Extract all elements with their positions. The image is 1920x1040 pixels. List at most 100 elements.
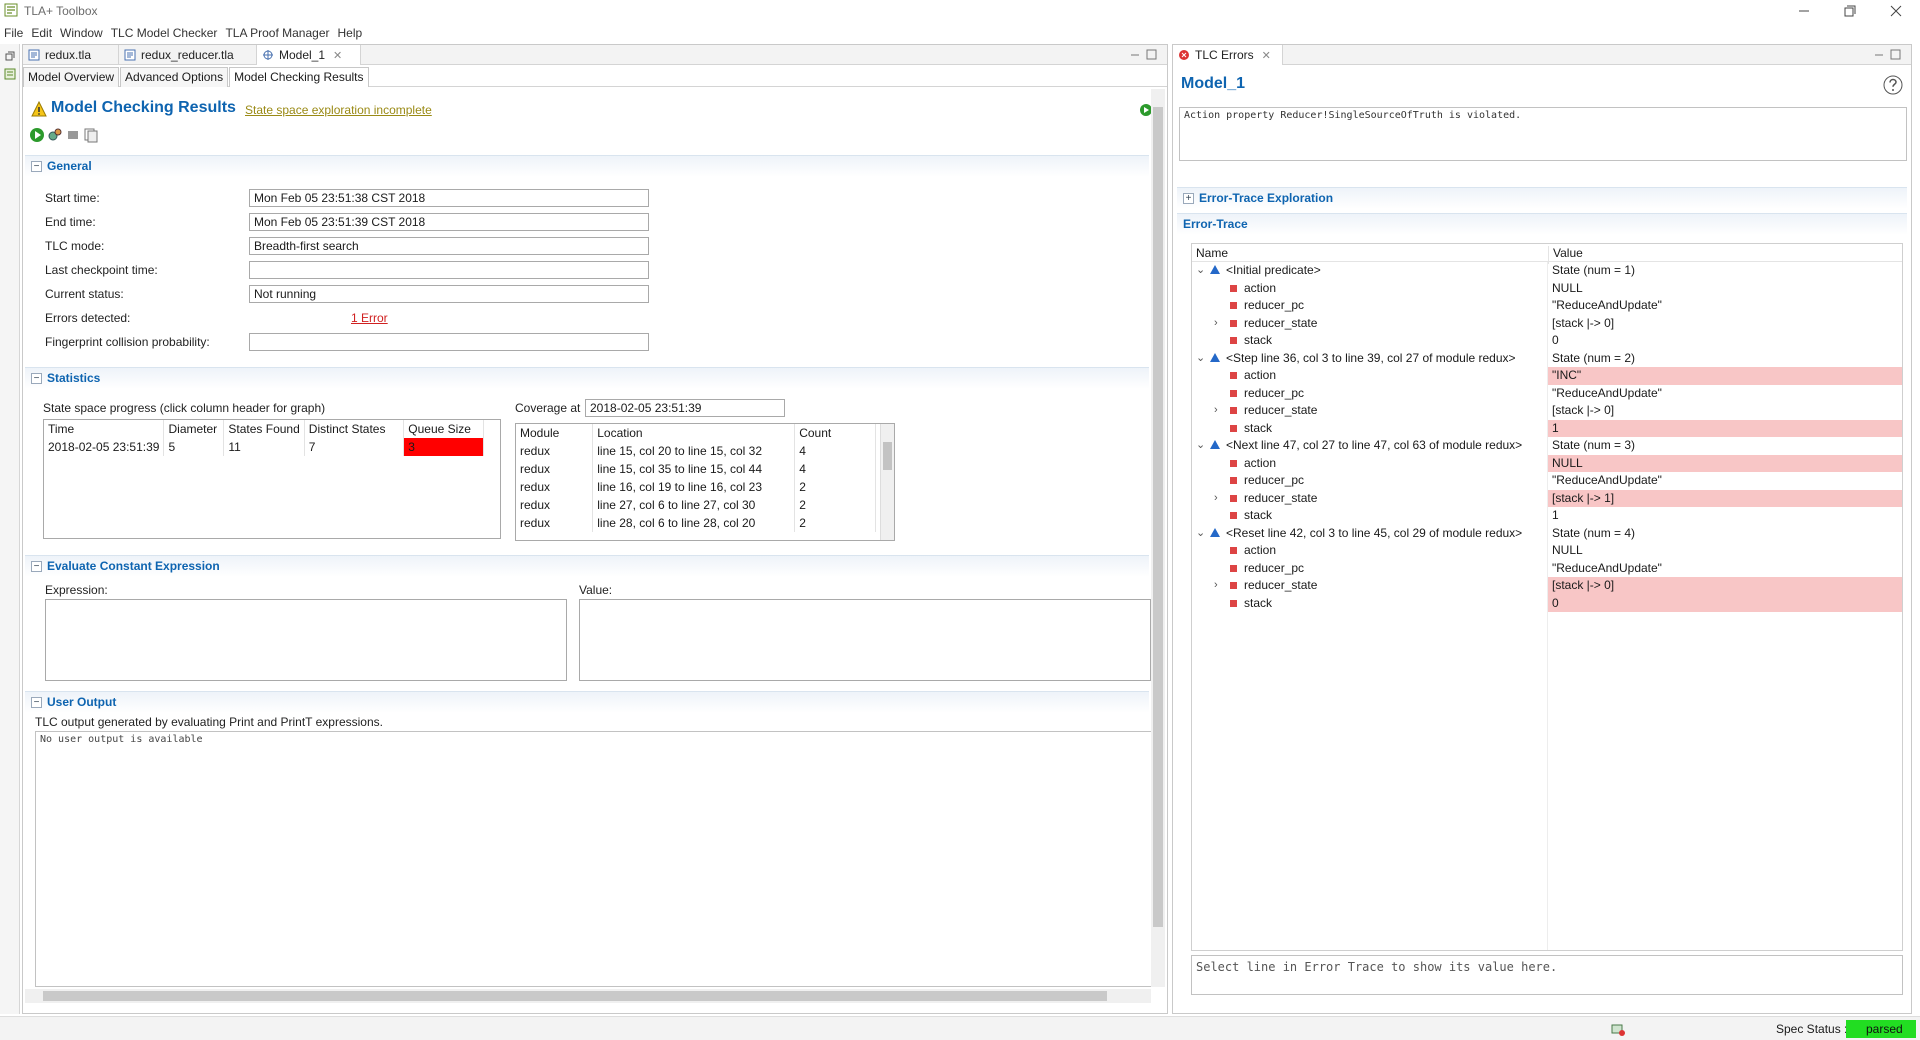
chevron-down-icon[interactable]: ⌄ [1196,262,1205,280]
menu-help[interactable]: Help [334,24,367,42]
trace-state-row[interactable]: ⌄ <Next line 47, col 27 to line 47, col … [1192,437,1902,455]
stop-icon[interactable] [65,127,81,143]
copy-icon[interactable] [83,127,99,143]
trace-variable-row[interactable]: action NULL [1192,280,1902,298]
scrollbar-thumb[interactable] [1153,107,1163,927]
tlc-mode-field[interactable]: Breadth-first search [249,237,649,255]
trace-variable-row[interactable]: stack 1 [1192,507,1902,525]
end-time-field[interactable]: Mon Feb 05 23:51:39 CST 2018 [249,213,649,231]
current-status-field[interactable]: Not running [249,285,649,303]
start-time-field[interactable]: Mon Feb 05 23:51:38 CST 2018 [249,189,649,207]
trace-variable-row[interactable]: › reducer_state [stack |-> 0] [1192,402,1902,420]
run-button[interactable] [29,127,45,143]
error-message-box[interactable]: Action property Reducer!SingleSourceOfTr… [1179,107,1907,161]
menu-tlc-model-checker[interactable]: TLC Model Checker [107,24,222,42]
spec-explorer-icon[interactable] [4,68,16,80]
editor-vertical-scrollbar[interactable] [1151,89,1165,987]
view-minmax-icons[interactable] [1873,49,1905,61]
user-output-section-header[interactable]: − User Output [25,691,1149,713]
chevron-right-icon[interactable]: › [1214,315,1218,333]
trace-variable-row[interactable]: reducer_pc "ReduceAndUpdate" [1192,385,1902,403]
column-header-location[interactable]: Location [592,424,796,442]
network-status-icon[interactable] [1610,1021,1626,1037]
trace-variable-row[interactable]: › reducer_state [stack |-> 0] [1192,577,1902,595]
error-trace-exploration-header[interactable]: + Error-Trace Exploration [1177,187,1907,209]
table-row[interactable]: redux line 16, col 19 to line 16, col 23 2 [516,478,876,496]
menu-tla-proof-manager[interactable]: TLA Proof Manager [221,24,333,42]
scrollbar-thumb[interactable] [883,442,892,470]
fingerprint-field[interactable] [249,333,649,351]
trace-variable-row[interactable]: action NULL [1192,454,1902,472]
coverage-table[interactable]: Module Location Count redux line 15, col … [515,423,895,541]
chevron-down-icon[interactable]: ⌄ [1196,437,1205,455]
chevron-down-icon[interactable]: ⌄ [1196,525,1205,543]
table-row[interactable]: redux line 28, col 6 to line 28, col 20 2 [516,514,876,532]
tab-model-checking-results[interactable]: Model Checking Results [229,67,369,87]
coverage-time-field[interactable]: 2018-02-05 23:51:39 [585,399,785,417]
chevron-right-icon[interactable]: › [1214,490,1218,508]
errors-link[interactable]: 1 Error [351,311,388,325]
column-header-module[interactable]: Module [516,424,594,442]
editor-horizontal-scrollbar[interactable] [25,989,1151,1003]
menu-edit[interactable]: Edit [27,24,56,42]
trace-value-box[interactable]: Select line in Error Trace to show its v… [1191,955,1903,995]
tab-advanced-options[interactable]: Advanced Options [120,67,229,87]
close-window-button[interactable] [1876,0,1916,22]
coverage-scrollbar[interactable] [880,424,894,540]
menu-file[interactable]: File [0,24,27,42]
scrollbar-thumb[interactable] [43,991,1107,1001]
chevron-right-icon[interactable]: › [1214,402,1218,420]
table-row[interactable]: 2018-02-05 23:51:39 5 11 7 3 [44,438,484,456]
trace-variable-row[interactable]: stack 0 [1192,332,1902,350]
table-row[interactable]: redux line 15, col 35 to line 15, col 44 4 [516,460,876,478]
column-header-distinct-states[interactable]: Distinct States [304,420,405,438]
trace-variable-row[interactable]: action NULL [1192,542,1902,560]
column-header-queue-size[interactable]: Queue Size [403,420,484,438]
trace-variable-row[interactable]: reducer_pc "ReduceAndUpdate" [1192,297,1902,315]
table-row[interactable]: redux line 27, col 6 to line 27, col 30 2 [516,496,876,514]
column-header-time[interactable]: Time [44,420,165,438]
tab-redux-reducer-tla[interactable]: redux_reducer.tla [119,45,257,65]
trace-state-row[interactable]: ⌄ <Reset line 42, col 3 to line 45, col … [1192,525,1902,543]
tab-tlc-errors[interactable]: TLC Errors ✕ [1173,45,1283,65]
trace-variable-row[interactable]: › reducer_state [stack |-> 1] [1192,489,1902,508]
help-icon[interactable] [1883,75,1903,95]
close-tab-icon[interactable]: ✕ [1262,50,1271,62]
column-header-states-found[interactable]: States Found [223,420,305,438]
column-header-name[interactable]: Name [1196,246,1228,260]
menu-window[interactable]: Window [56,24,107,42]
trace-variable-row[interactable]: reducer_pc "ReduceAndUpdate" [1192,560,1902,578]
spec-status-value[interactable]: parsed [1846,1020,1916,1038]
restore-button[interactable] [1830,0,1870,22]
trace-state-row[interactable]: ⌄ <Initial predicate> State (num = 1) [1192,262,1902,280]
trace-variable-row[interactable]: stack 0 [1192,594,1902,612]
restore-view-icon[interactable] [4,50,16,62]
column-header-count[interactable]: Count [794,424,876,442]
trace-variable-row[interactable]: › reducer_state [stack |-> 0] [1192,315,1902,333]
statistics-section-header[interactable]: − Statistics [25,367,1149,389]
evaluate-section-header[interactable]: − Evaluate Constant Expression [25,555,1149,577]
gear-icon[interactable] [47,127,63,143]
trace-variable-row[interactable]: action "INC" [1192,367,1902,385]
tab-redux-tla[interactable]: redux.tla [23,45,119,65]
user-output-area[interactable]: No user output is available [35,731,1153,987]
chevron-down-icon[interactable]: ⌄ [1196,350,1205,368]
last-checkpoint-field[interactable] [249,261,649,279]
trace-state-row[interactable]: ⌄ <Step line 36, col 3 to line 39, col 2… [1192,350,1902,368]
trace-variable-row[interactable]: stack 1 [1192,419,1902,437]
minimize-button[interactable] [1784,0,1824,22]
close-tab-icon[interactable]: ✕ [333,50,342,62]
tab-model-1[interactable]: Model_1 ✕ [257,45,361,65]
chevron-right-icon[interactable]: › [1214,577,1218,595]
value-output[interactable] [579,599,1151,681]
table-row[interactable]: redux line 15, col 20 to line 15, col 32 4 [516,442,876,460]
general-section-header[interactable]: − General [25,155,1149,177]
tab-model-overview[interactable]: Model Overview [23,67,120,87]
trace-variable-row[interactable]: reducer_pc "ReduceAndUpdate" [1192,472,1902,490]
expression-input[interactable] [45,599,567,681]
view-minmax-icons[interactable] [1129,49,1161,61]
column-header-diameter[interactable]: Diameter [163,420,225,438]
status-link[interactable]: State space exploration incomplete [245,103,432,117]
error-trace-tree[interactable]: Name Value ⌄ <Initial predicate> State (… [1191,243,1903,951]
location-cell: line 16, col 19 to line 16, col 23 [592,478,796,496]
